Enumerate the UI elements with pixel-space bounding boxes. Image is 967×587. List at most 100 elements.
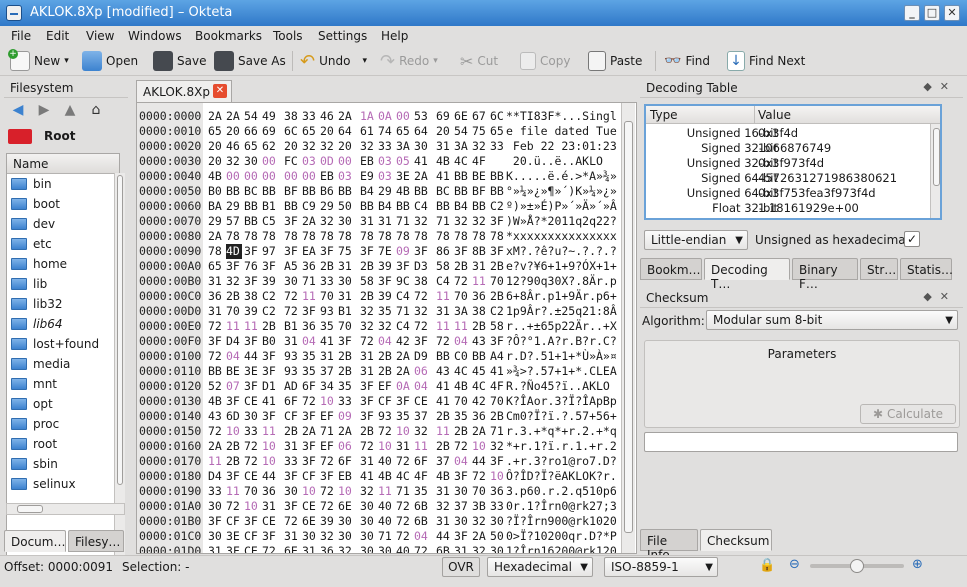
hex-byte[interactable]: 3F (208, 334, 224, 349)
hex-byte[interactable]: 49 (262, 109, 278, 124)
hex-byte[interactable]: C2 (262, 289, 278, 304)
hex-byte[interactable]: 2A (208, 109, 224, 124)
hex-byte[interactable]: 3F (378, 274, 394, 289)
hex-byte[interactable]: 00 (396, 109, 412, 124)
hex-byte[interactable]: 30 (244, 154, 260, 169)
hex-byte[interactable]: 10 (244, 499, 260, 514)
hex-byte[interactable]: 39 (244, 304, 260, 319)
list-item[interactable]: lost+found (7, 334, 119, 354)
hex-byte[interactable]: CE (302, 499, 318, 514)
hex-byte[interactable]: 2B (378, 349, 394, 364)
list-item[interactable]: dev (7, 214, 119, 234)
hex-byte[interactable]: 0D (320, 154, 336, 169)
hex-byte[interactable]: 35 (320, 319, 336, 334)
close-tab-icon[interactable]: ✕ (213, 84, 227, 98)
hex-byte[interactable]: 4C (396, 469, 412, 484)
hex-byte[interactable]: 4B (208, 394, 224, 409)
hex-byte[interactable]: 03 (302, 154, 318, 169)
hex-byte[interactable]: 71 (396, 484, 412, 499)
hex-byte[interactable]: EB (360, 154, 376, 169)
hex-byte[interactable]: 06 (338, 439, 354, 454)
hex-byte[interactable]: 4B (454, 379, 470, 394)
list-item[interactable]: boot (7, 194, 119, 214)
char-column-text[interactable]: 20.ü..ë..AKLO (506, 154, 620, 169)
hex-byte[interactable]: B4 (360, 184, 376, 199)
hex-byte[interactable]: C9 (302, 199, 318, 214)
hex-byte[interactable]: 6E (302, 514, 318, 529)
hex-byte[interactable]: 31 (262, 499, 278, 514)
hex-byte[interactable]: 10 (226, 424, 242, 439)
char-column-text[interactable]: r.D?.51+1+*Ù»À»¤ (506, 349, 620, 364)
hex-byte[interactable]: 2B (360, 424, 376, 439)
hex-byte[interactable]: FC (284, 154, 300, 169)
char-column-text[interactable]: r.3.+*q*+r.2.+*q (506, 424, 620, 439)
list-item[interactable]: home (7, 254, 119, 274)
hex-byte[interactable]: 38 (244, 289, 260, 304)
hex-byte[interactable]: 31 (454, 544, 470, 553)
hex-byte[interactable]: 30 (454, 484, 470, 499)
hex-byte[interactable]: 3F (490, 244, 506, 259)
hex-byte[interactable]: 37 (454, 499, 470, 514)
hex-byte[interactable]: 72 (454, 274, 470, 289)
hex-byte[interactable]: 8B (472, 244, 488, 259)
hex-byte[interactable]: 30 (338, 514, 354, 529)
hex-byte[interactable]: 11 (378, 484, 394, 499)
hex-byte[interactable]: 32 (472, 139, 488, 154)
hex-byte[interactable]: BB (284, 199, 300, 214)
cut-button[interactable]: ✂ Cut (460, 50, 498, 72)
menu-settings[interactable]: Settings (318, 29, 367, 43)
hex-byte[interactable]: 3F (302, 304, 318, 319)
hex-byte[interactable]: BB (472, 349, 488, 364)
hex-byte[interactable]: 78 (360, 229, 376, 244)
hex-byte[interactable]: B4 (378, 199, 394, 214)
hex-byte[interactable]: 04 (226, 349, 242, 364)
hex-byte[interactable]: 2A (472, 424, 488, 439)
hex-byte[interactable]: 75 (338, 244, 354, 259)
hex-byte[interactable]: A5 (284, 259, 300, 274)
hex-byte[interactable]: 11 (436, 319, 452, 334)
hex-byte[interactable]: 2B (454, 424, 470, 439)
table-row[interactable]: Unsigned 32-bit 0x3f973f4d (646, 156, 940, 171)
hex-byte[interactable]: 6F (338, 454, 354, 469)
zoom-slider-handle[interactable] (850, 559, 864, 573)
hex-byte[interactable]: 20 (208, 139, 224, 154)
hex-byte[interactable]: 65 (244, 139, 260, 154)
hex-byte[interactable]: 11 (454, 319, 470, 334)
hex-byte[interactable]: 31 (284, 334, 300, 349)
hex-byte[interactable]: 6F (284, 394, 300, 409)
hex-byte[interactable]: 2B (454, 259, 470, 274)
hex-byte[interactable]: BB (396, 199, 412, 214)
hex-byte[interactable]: BB (436, 349, 452, 364)
hex-byte[interactable]: 78 (302, 229, 318, 244)
tab-statistics[interactable]: Statis… (900, 258, 953, 280)
hex-byte[interactable]: BB (262, 184, 278, 199)
hex-byte[interactable]: 40 (378, 499, 394, 514)
hex-byte[interactable]: 3F (360, 244, 376, 259)
hex-byte[interactable]: 78 (378, 229, 394, 244)
hex-byte[interactable]: 41 (436, 379, 452, 394)
hex-byte[interactable]: 10 (490, 469, 506, 484)
hex-byte[interactable]: 00 (284, 169, 300, 184)
open-button[interactable]: Open (82, 50, 138, 72)
hex-byte[interactable]: 3F (338, 334, 354, 349)
forward-arrow-icon[interactable]: ▶ (36, 102, 52, 118)
hex-byte[interactable]: 2A (338, 424, 354, 439)
hex-byte[interactable]: 10 (396, 424, 412, 439)
hex-byte[interactable]: 35 (414, 484, 430, 499)
char-column-text[interactable]: 0r.1?Îrn0@rk27;3 (506, 499, 620, 514)
hex-byte[interactable]: 40 (396, 544, 412, 553)
hex-byte[interactable]: 2A (396, 349, 412, 364)
hex-byte[interactable]: 71 (396, 214, 412, 229)
hex-byte[interactable]: BE (226, 364, 242, 379)
hex-byte[interactable]: 3F (302, 454, 318, 469)
hex-byte[interactable]: 3F (226, 394, 242, 409)
hex-byte[interactable]: 41 (414, 154, 430, 169)
hex-byte[interactable]: EA (302, 244, 318, 259)
hex-byte[interactable]: 3F (244, 274, 260, 289)
hex-byte[interactable]: 31 (284, 529, 300, 544)
hex-byte[interactable]: A4 (490, 349, 506, 364)
hex-byte[interactable]: 72 (320, 454, 336, 469)
hex-byte[interactable]: C2 (262, 304, 278, 319)
menu-windows[interactable]: Windows (128, 29, 182, 43)
panel-float-close-icons[interactable]: ◆✕ (923, 80, 957, 93)
